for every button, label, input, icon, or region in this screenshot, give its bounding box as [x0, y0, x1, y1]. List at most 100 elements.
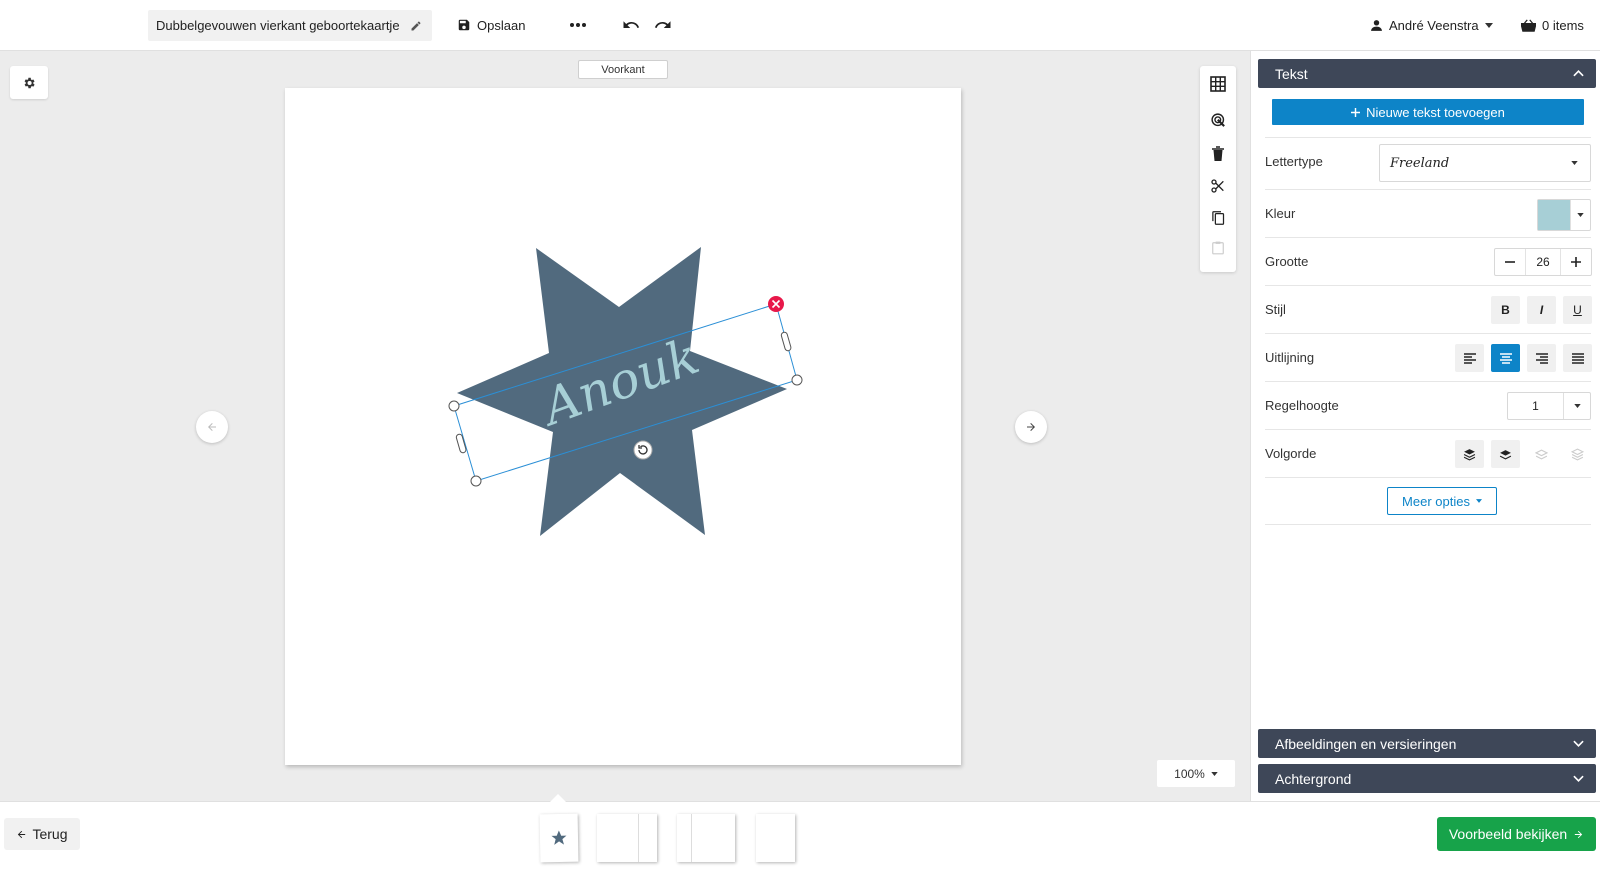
- more-options-button[interactable]: Meer opties: [1387, 487, 1497, 515]
- undo-icon: [622, 16, 640, 34]
- chevron-down-icon: [1475, 499, 1482, 503]
- background-section-header[interactable]: Achtergrond: [1258, 764, 1596, 793]
- size-decrease-button[interactable]: [1495, 249, 1525, 275]
- arrow-left-icon: [206, 421, 218, 433]
- pencil-icon[interactable]: [410, 20, 422, 32]
- line-height-select[interactable]: 1: [1507, 392, 1591, 420]
- more-button[interactable]: [569, 12, 587, 38]
- images-section-title: Afbeeldingen en versieringen: [1275, 735, 1457, 752]
- resize-handle-bottom-right[interactable]: [791, 374, 803, 386]
- document-title-text: Dubbelgevouwen vierkant geboortekaartje: [156, 18, 400, 33]
- side-handle-right[interactable]: [780, 331, 792, 352]
- undo-button[interactable]: [622, 12, 640, 38]
- resize-handle-bottom-left[interactable]: [470, 475, 482, 487]
- send-to-back-button[interactable]: [1563, 440, 1592, 468]
- redo-button[interactable]: [654, 12, 672, 38]
- alignment-label: Uitlijning: [1265, 350, 1315, 365]
- page-thumbnail-back[interactable]: [756, 814, 795, 862]
- add-text-button[interactable]: Nieuwe tekst toevoegen: [1272, 99, 1584, 125]
- chevron-up-icon: [1573, 70, 1584, 77]
- font-select[interactable]: Freeland: [1379, 144, 1591, 182]
- side-label: Voorkant: [578, 60, 668, 79]
- bring-to-front-button[interactable]: [1455, 440, 1484, 468]
- delete-button[interactable]: [1208, 144, 1228, 164]
- scissors-icon: [1210, 178, 1226, 194]
- previous-page-button[interactable]: [196, 411, 228, 443]
- bottom-bar: Terug Voorbeeld bekijken: [0, 794, 1600, 870]
- page-thumbnail-inside-right[interactable]: [677, 814, 735, 862]
- align-left-button[interactable]: [1455, 344, 1484, 372]
- bold-button[interactable]: B: [1491, 296, 1520, 324]
- align-justify-button[interactable]: [1563, 344, 1592, 372]
- chevron-down-icon: [1570, 200, 1590, 230]
- zoom-select[interactable]: 100%: [1157, 760, 1235, 787]
- preview-label: Voorbeeld bekijken: [1448, 826, 1568, 842]
- select-button[interactable]: [1208, 110, 1228, 130]
- gear-icon: [22, 76, 36, 90]
- images-section-header[interactable]: Afbeeldingen en versieringen: [1258, 729, 1596, 758]
- page-thumbnail-inside[interactable]: [597, 814, 657, 862]
- plus-icon: [1351, 107, 1361, 117]
- next-page-button[interactable]: [1015, 411, 1047, 443]
- preview-button[interactable]: Voorbeeld bekijken: [1437, 817, 1596, 851]
- user-menu[interactable]: André Veenstra: [1370, 12, 1493, 38]
- underline-button[interactable]: U: [1563, 296, 1592, 324]
- color-picker[interactable]: [1537, 199, 1591, 231]
- more-icon: [569, 22, 587, 28]
- color-row: Kleur: [1265, 189, 1591, 237]
- size-value[interactable]: 26: [1525, 249, 1561, 275]
- document-title[interactable]: Dubbelgevouwen vierkant geboortekaartje: [148, 10, 432, 41]
- line-height-value: 1: [1508, 393, 1564, 419]
- italic-button[interactable]: I: [1527, 296, 1556, 324]
- arrow-right-icon: [1573, 829, 1584, 840]
- user-name: André Veenstra: [1389, 17, 1479, 33]
- properties-panel: Tekst Nieuwe tekst toevoegen Lettertype …: [1250, 51, 1600, 801]
- background-section-title: Achtergrond: [1275, 770, 1352, 787]
- grid-button[interactable]: [1208, 74, 1228, 94]
- paste-button[interactable]: [1208, 238, 1228, 258]
- active-page-pointer: [550, 794, 566, 802]
- copy-icon: [1211, 210, 1226, 226]
- chevron-down-icon: [1573, 775, 1584, 782]
- page-thumbnail-front[interactable]: [539, 813, 579, 863]
- cart-button[interactable]: 0 items: [1521, 12, 1584, 38]
- align-right-button[interactable]: [1527, 344, 1556, 372]
- size-increase-button[interactable]: [1561, 249, 1591, 275]
- size-row: Grootte 26: [1265, 237, 1592, 285]
- font-value: Freeland: [1390, 155, 1450, 171]
- layer-forward-icon: [1499, 448, 1512, 461]
- top-toolbar: Dubbelgevouwen vierkant geboortekaartje …: [0, 0, 1600, 51]
- cart-icon: [1521, 18, 1536, 32]
- cart-label: 0 items: [1542, 17, 1584, 33]
- alignment-row: Uitlijning: [1265, 333, 1592, 381]
- layer-back-icon: [1571, 447, 1584, 461]
- add-text-label: Nieuwe tekst toevoegen: [1366, 104, 1505, 120]
- color-label: Kleur: [1265, 206, 1296, 221]
- cut-button[interactable]: [1208, 176, 1228, 196]
- delete-handle[interactable]: [768, 296, 784, 312]
- settings-button[interactable]: [10, 66, 48, 99]
- align-justify-icon: [1571, 352, 1584, 364]
- align-center-button[interactable]: [1491, 344, 1520, 372]
- send-backward-button[interactable]: [1527, 440, 1556, 468]
- copy-button[interactable]: [1208, 208, 1228, 228]
- back-button[interactable]: Terug: [4, 818, 80, 850]
- layer-front-icon: [1463, 448, 1476, 461]
- more-options-row: Meer opties: [1265, 477, 1591, 525]
- chevron-down-icon: [1484, 22, 1493, 28]
- style-row: Stijl B I U: [1265, 285, 1592, 333]
- card-page[interactable]: Anouk: [285, 88, 961, 765]
- chevron-down-icon: [1573, 740, 1584, 747]
- resize-handle-top-left[interactable]: [448, 400, 460, 412]
- rotate-handle[interactable]: [633, 440, 653, 460]
- order-row: Volgorde: [1265, 429, 1592, 477]
- bring-forward-button[interactable]: [1491, 440, 1520, 468]
- text-section-header[interactable]: Tekst: [1258, 59, 1596, 88]
- card-canvas: Anouk: [448, 247, 803, 536]
- arrow-right-icon: [1025, 421, 1037, 433]
- chevron-down-icon: [1564, 393, 1590, 419]
- back-label: Terug: [32, 826, 68, 842]
- font-label: Lettertype: [1265, 154, 1323, 169]
- minus-icon: [1505, 261, 1515, 263]
- save-button[interactable]: Opslaan: [457, 12, 525, 38]
